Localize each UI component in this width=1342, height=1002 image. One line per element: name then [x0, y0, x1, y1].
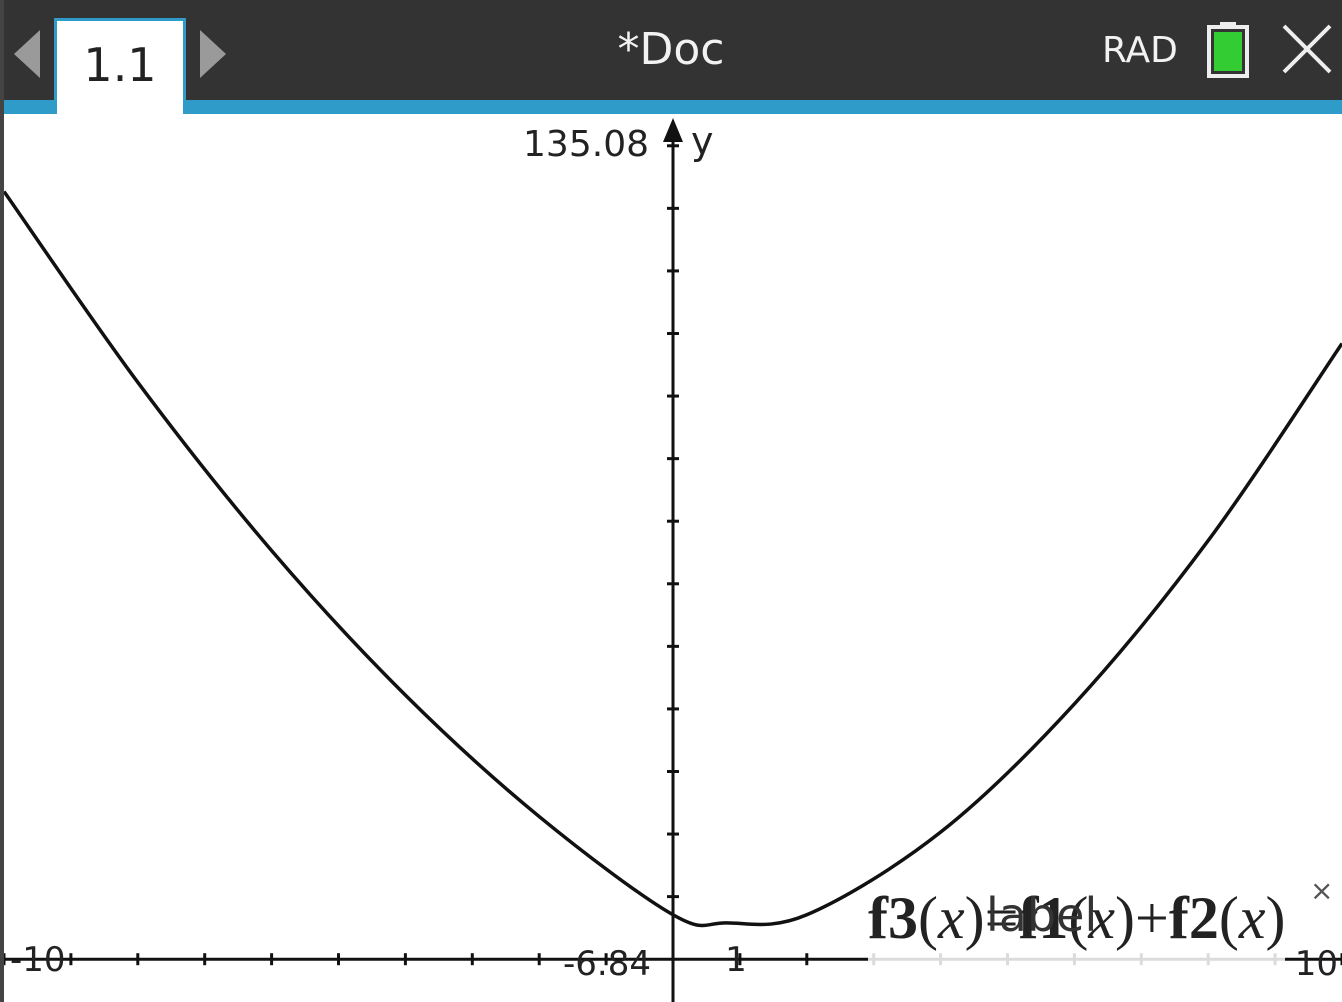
rhs-f2: f2: [1168, 885, 1219, 951]
graph-canvas[interactable]: 135.08 y -10 10 -6.84 1: [4, 114, 1342, 1002]
x-max-label: 10: [1295, 944, 1338, 984]
function-name: f3: [868, 885, 918, 951]
label-close-icon[interactable]: ×: [1310, 874, 1333, 907]
title-bar-stripe: [0, 100, 1342, 114]
x-tick-label: 1: [725, 940, 747, 980]
y-min-label: -6.84: [563, 944, 651, 984]
rhs-var-2: x: [1238, 885, 1266, 951]
label-tag: label: [986, 888, 1098, 942]
axes: [4, 118, 1342, 1002]
function-var: x: [937, 885, 965, 951]
x-min-label: -10: [10, 940, 66, 980]
y-axis-label: y: [691, 119, 714, 163]
close-icon[interactable]: [1280, 22, 1334, 76]
graph-area[interactable]: 135.08 y -10 10 -6.84 1: [4, 114, 1342, 1002]
y-axis-arrow-icon: [663, 118, 683, 142]
angle-mode-indicator: RAD: [1102, 30, 1178, 71]
y-max-label: 135.08: [523, 124, 649, 165]
battery-icon: [1207, 22, 1249, 78]
